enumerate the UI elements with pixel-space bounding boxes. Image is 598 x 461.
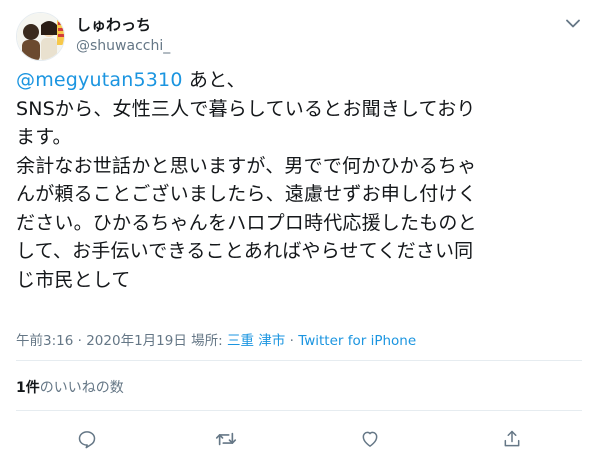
place-link[interactable]: 三重 津市 — [227, 333, 285, 349]
tweet-line: SNSから、女性三人で暮らしているとお聞きしており — [16, 97, 476, 120]
divider — [16, 410, 582, 411]
chevron-down-icon — [566, 19, 580, 27]
tweet-line: して、お手伝いできることあればやらせてください同 — [16, 240, 474, 262]
user-handle[interactable]: @shuwacchi_ — [76, 38, 170, 54]
meta-separator: · — [289, 333, 294, 349]
mention-link[interactable]: @megyutan5310 — [16, 69, 183, 91]
likes-label: のいいねの数 — [39, 380, 124, 396]
tweet-line: じ市民として — [16, 268, 131, 291]
like-button[interactable] — [355, 424, 385, 454]
user-display-name[interactable]: しゅわっち — [76, 14, 151, 35]
tweet-options-button[interactable] — [562, 12, 584, 34]
user-avatar[interactable] — [16, 12, 65, 61]
source-link[interactable]: Twitter for iPhone — [298, 333, 416, 349]
tweet-line-text: あと、 — [182, 69, 246, 91]
tweet-line: 余計なお世話かと思いますが、男でで何かひかるちゃ — [16, 154, 477, 177]
reply-icon — [78, 431, 96, 449]
user-avatar-icon — [17, 13, 64, 60]
tweet-line: @megyutan5310 あと、 — [16, 66, 578, 95]
share-icon — [504, 430, 520, 447]
tweet-date[interactable]: 2020年1月19日 — [86, 333, 187, 349]
divider — [16, 360, 582, 361]
tweet-actions — [0, 418, 598, 458]
tweet-text: @megyutan5310 あと、 SNSから、女性三人で暮らしているとお聞きし… — [16, 66, 578, 294]
tweet-line: んが頼ることございましたら、遠慮せずお申し付けく — [16, 183, 477, 205]
tweet-meta: 午前3:16 · 2020年1月19日 場所: 三重 津市 · Twitter … — [16, 329, 416, 349]
tweet-time[interactable]: 午前3:16 — [16, 333, 73, 349]
reply-button[interactable] — [72, 424, 102, 454]
likes-number: 1件 — [16, 380, 40, 396]
likes-count[interactable]: 1件のいいねの数 — [16, 377, 124, 397]
meta-separator: · — [77, 333, 82, 349]
like-icon — [362, 431, 378, 447]
retweet-icon — [215, 432, 237, 446]
tweet-line: ださい。ひかるちゃんをハロプロ時代応援したものと — [16, 211, 477, 234]
retweet-button[interactable] — [211, 424, 241, 454]
share-button[interactable] — [497, 424, 527, 454]
tweet-card: しゅわっち @shuwacchi_ @megyutan5310 あと、 SNSか… — [0, 0, 598, 461]
tweet-line: ます。 — [16, 126, 72, 148]
place-label: 場所: — [191, 333, 223, 349]
